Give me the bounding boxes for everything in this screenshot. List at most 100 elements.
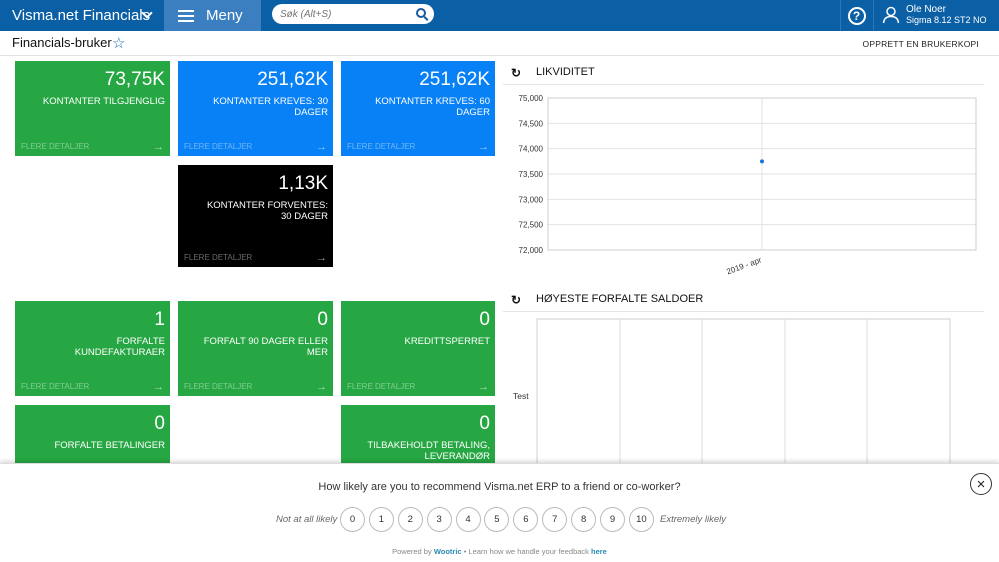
- search-box: [272, 4, 434, 25]
- arrow-right-icon[interactable]: →: [316, 141, 327, 153]
- tile-label: KONTANTER TILGJENGLIG: [42, 96, 165, 107]
- more-details-link[interactable]: FLERE DETALJER: [184, 142, 252, 151]
- tile-label: FORFALT 90 DAGER ELLER MER: [203, 336, 328, 358]
- widget-title: LIKVIDITET: [536, 66, 595, 78]
- arrow-right-icon[interactable]: →: [316, 252, 327, 264]
- data-point: [760, 159, 764, 164]
- search-icon[interactable]: [416, 8, 426, 18]
- hamburger-icon: [178, 9, 194, 22]
- user-menu[interactable]: Ole Noer Sigma 8.12 ST2 NO: [873, 0, 999, 31]
- help-icon: ?: [847, 6, 866, 25]
- tile-label: FORFALTE KUNDEFAKTURAER: [74, 336, 165, 358]
- divider: [503, 84, 984, 85]
- arrow-right-icon[interactable]: →: [153, 381, 164, 393]
- user-company: Sigma 8.12 ST2 NO: [906, 15, 987, 25]
- plot-frame: [536, 318, 951, 465]
- score-button[interactable]: 1: [368, 507, 394, 532]
- top-bar: Visma.net Financials Meny ? Ole Noer Sig…: [0, 0, 999, 31]
- more-details-link[interactable]: FLERE DETALJER: [21, 382, 89, 391]
- tile-value: 0: [479, 309, 490, 330]
- app-name: Visma.net Financials: [12, 7, 151, 24]
- row-label: Test: [513, 391, 529, 401]
- tile-value: 73,75K: [104, 69, 165, 90]
- tile-cash-available[interactable]: 73,75K KONTANTER TILGJENGLIG FLERE DETAL…: [15, 61, 170, 156]
- score-button[interactable]: 9: [600, 507, 626, 532]
- score-button[interactable]: 4: [455, 507, 481, 532]
- tile-withheld-payment[interactable]: 0 TILBAKEHOLDT BETALING, LEVERANDØR: [341, 405, 495, 465]
- help-button[interactable]: ?: [840, 0, 872, 31]
- score-button[interactable]: 10: [628, 507, 654, 532]
- score-button[interactable]: 2: [397, 507, 423, 532]
- y-tick-label: 74,000: [519, 145, 544, 154]
- more-details-link[interactable]: FLERE DETALJER: [184, 253, 252, 262]
- tile-label: FORFALTE BETALINGER: [54, 440, 165, 451]
- search-input[interactable]: [272, 4, 402, 25]
- score-button[interactable]: 6: [513, 507, 539, 532]
- tile-value: 1: [154, 309, 165, 330]
- score-button[interactable]: 3: [426, 507, 452, 532]
- app-switcher[interactable]: Visma.net Financials: [0, 0, 163, 31]
- tile-label: KONTANTER KREVES: 30 DAGER: [213, 96, 328, 118]
- tile-cash-required-30[interactable]: 251,62K KONTANTER KREVES: 30 DAGER FLERE…: [178, 61, 333, 156]
- more-details-link[interactable]: FLERE DETALJER: [347, 142, 415, 151]
- tile-value: 0: [479, 413, 490, 434]
- feedback-policy-link[interactable]: here: [591, 547, 607, 556]
- tile-value: 251,62K: [419, 69, 490, 90]
- arrow-right-icon[interactable]: →: [478, 381, 489, 393]
- x-tick-label: 2019 - apr: [725, 255, 763, 276]
- tile-label: KREDITTSPERRET: [404, 336, 490, 347]
- more-details-link[interactable]: FLERE DETALJER: [21, 142, 89, 151]
- nps-survey: How likely are you to recommend Visma.ne…: [0, 463, 999, 562]
- user-icon: [882, 6, 900, 24]
- tile-label: KONTANTER KREVES: 60 DAGER: [375, 96, 490, 118]
- low-label: Not at all likely: [276, 514, 338, 525]
- score-button[interactable]: 7: [542, 507, 568, 532]
- balances-chart: Test: [513, 318, 951, 465]
- wootric-link[interactable]: Wootric: [434, 547, 462, 556]
- tile-label: KONTANTER FORVENTES: 30 DAGER: [206, 200, 328, 222]
- powered-prefix: Powered by: [392, 547, 432, 556]
- close-icon[interactable]: ×: [970, 473, 992, 495]
- tile-label: TILBAKEHOLDT BETALING, LEVERANDØR: [367, 440, 490, 462]
- page-header: Financials-bruker ☆ OPPRETT EN BRUKERKOP…: [0, 31, 999, 56]
- y-tick-label: 72,500: [519, 221, 544, 230]
- page-title: Financials-bruker: [12, 35, 112, 50]
- score-button[interactable]: 8: [571, 507, 597, 532]
- y-tick-label: 73,000: [519, 195, 544, 204]
- tile-overdue-invoices[interactable]: 1 FORFALTE KUNDEFAKTURAER FLERE DETALJER…: [15, 301, 170, 396]
- score-button[interactable]: 0: [340, 507, 365, 532]
- arrow-right-icon[interactable]: →: [478, 141, 489, 153]
- high-label: Extremely likely: [660, 514, 726, 525]
- score-button[interactable]: 5: [484, 507, 510, 532]
- powered-by: Powered by Wootric • Learn how we handle…: [0, 547, 999, 556]
- survey-question: How likely are you to recommend Visma.ne…: [318, 481, 681, 493]
- favorite-star-icon[interactable]: ☆: [112, 34, 125, 52]
- tile-value: 251,62K: [257, 69, 328, 90]
- arrow-right-icon[interactable]: →: [153, 141, 164, 153]
- user-name: Ole Noer: [906, 4, 947, 15]
- tile-cash-expected-30[interactable]: 1,13K KONTANTER FORVENTES: 30 DAGER FLER…: [178, 165, 333, 267]
- more-details-link[interactable]: FLERE DETALJER: [184, 382, 252, 391]
- menu-button[interactable]: Meny: [164, 0, 261, 31]
- y-tick-label: 75,000: [519, 94, 544, 103]
- score-scale: 0 1 2 3 4 5 6 7 8 9 10: [340, 507, 658, 532]
- menu-label: Meny: [206, 7, 243, 24]
- liquidity-chart: 72,000 72,500 73,000 73,500 74,000 74,500 75,0…: [519, 94, 977, 276]
- tile-value: 0: [317, 309, 328, 330]
- refresh-icon[interactable]: ↻: [511, 66, 521, 80]
- y-tick-label: 73,500: [519, 170, 544, 179]
- tile-cash-required-60[interactable]: 251,62K KONTANTER KREVES: 60 DAGER FLERE…: [341, 61, 495, 156]
- arrow-right-icon[interactable]: →: [316, 381, 327, 393]
- tile-overdue-90[interactable]: 0 FORFALT 90 DAGER ELLER MER FLERE DETAL…: [178, 301, 333, 396]
- create-user-copy-button[interactable]: OPPRETT EN BRUKERKOPI: [863, 39, 979, 49]
- tile-value: 0: [154, 413, 165, 434]
- widget-title: HØYESTE FORFALTE SALDOER: [536, 293, 704, 305]
- powered-middle: • Learn how we handle your feedback: [463, 547, 589, 556]
- y-tick-label: 74,500: [519, 119, 544, 128]
- y-tick-label: 72,000: [519, 246, 544, 255]
- tile-credit-blocked[interactable]: 0 KREDITTSPERRET FLERE DETALJER →: [341, 301, 495, 396]
- more-details-link[interactable]: FLERE DETALJER: [347, 382, 415, 391]
- tile-value: 1,13K: [278, 173, 328, 194]
- refresh-icon[interactable]: ↻: [511, 293, 521, 307]
- tile-overdue-payments[interactable]: 0 FORFALTE BETALINGER: [15, 405, 170, 465]
